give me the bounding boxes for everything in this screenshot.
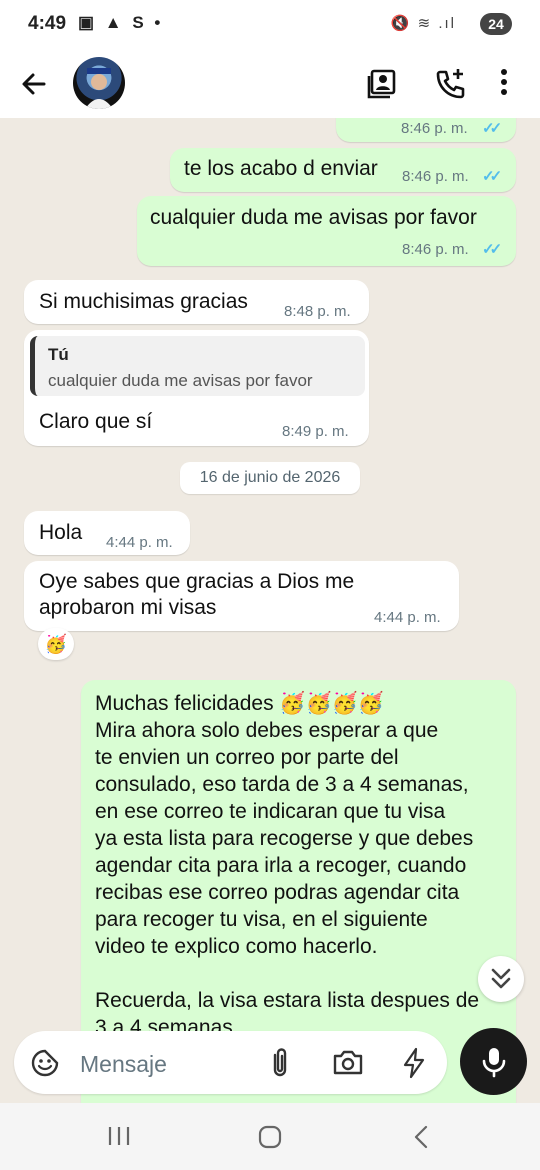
add-call-icon[interactable] [434, 67, 468, 106]
status-bar: 4:49 ▣ ▲ S • 🔇 ≋ .ıl 24 [0, 0, 540, 50]
message-time: 8:49 p. m. [282, 423, 349, 440]
sticker-icon[interactable] [30, 1048, 60, 1083]
status-time: 4:49 [28, 13, 67, 34]
quote-text: cualquier duda me avisas por favor [48, 371, 313, 390]
home-icon[interactable] [257, 1125, 283, 1154]
avatar[interactable] [73, 57, 125, 109]
message-composer: Mensaje [14, 1031, 447, 1094]
message-text: listo [346, 118, 383, 122]
message-time: 8:46 p. m. [402, 168, 469, 185]
status-right-icons: 🔇 ≋ .ıl [390, 15, 456, 32]
status-left-icons: ▣ ▲ S • [78, 13, 164, 32]
back-arrow-icon[interactable] [18, 68, 50, 105]
message-time: 8:46 p. m. [402, 241, 469, 258]
message-bubble-incoming[interactable]: Tú cualquier duda me avisas por favor Cl… [24, 330, 369, 446]
message-time: 8:48 p. m. [284, 303, 351, 320]
quote-author: Tú [48, 345, 69, 364]
chat-header [0, 50, 540, 118]
message-input[interactable]: Mensaje [80, 1051, 167, 1078]
double-chevron-down-icon [491, 968, 511, 989]
message-bubble-incoming[interactable]: Si muchisimas gracias 8:48 p. m. [24, 280, 369, 324]
back-nav-icon[interactable] [410, 1124, 432, 1155]
date-separator: 16 de junio de 2026 [180, 462, 360, 494]
message-text: Si muchisimas gracias [39, 290, 248, 313]
camera-icon[interactable] [332, 1048, 364, 1081]
message-bubble-outgoing[interactable]: listo 8:46 p. m. ✓✓ [336, 118, 516, 142]
recents-icon[interactable] [107, 1125, 131, 1152]
message-bubble-incoming[interactable]: Oye sabes que gracias a Dios me aprobaro… [24, 561, 459, 631]
message-text: Claro que sí [39, 410, 153, 433]
voice-message-button[interactable] [460, 1028, 527, 1095]
message-list[interactable]: listo 8:46 p. m. ✓✓ te los acabo d envia… [0, 118, 540, 1103]
more-options-icon[interactable] [498, 68, 510, 103]
message-text: te los acabo d enviar [184, 157, 378, 180]
battery-icon: 24 [480, 13, 512, 35]
lightning-icon[interactable] [402, 1047, 426, 1084]
read-receipt-icon: ✓✓ [482, 120, 502, 137]
system-nav-bar [0, 1103, 540, 1170]
microphone-icon [482, 1048, 506, 1078]
message-text: Hola [39, 521, 83, 544]
quoted-message[interactable]: Tú cualquier duda me avisas por favor [30, 336, 365, 396]
message-text: Muchas felicidades 🥳🥳🥳🥳 Mira ahora solo … [95, 692, 480, 1039]
contact-card-icon[interactable] [366, 68, 398, 105]
message-text: cualquier duda me avisas por favor [150, 206, 477, 229]
read-receipt-icon: ✓✓ [482, 241, 502, 258]
message-time: 4:44 p. m. [106, 534, 173, 551]
read-receipt-icon: ✓✓ [482, 168, 502, 185]
message-time: 4:44 p. m. [374, 609, 441, 626]
message-text: Oye sabes que gracias a Dios me aprobaro… [39, 570, 355, 619]
message-time: 8:46 p. m. [401, 120, 468, 137]
message-bubble-incoming[interactable]: Hola 4:44 p. m. [24, 511, 190, 555]
message-bubble-outgoing[interactable]: te los acabo d enviar 8:46 p. m. ✓✓ [170, 148, 516, 192]
reaction-badge[interactable]: 🥳 [38, 628, 74, 660]
scroll-to-bottom-button[interactable] [478, 956, 524, 1002]
message-bubble-outgoing[interactable]: cualquier duda me avisas por favor 8:46 … [137, 196, 516, 266]
attach-icon[interactable] [268, 1047, 292, 1084]
